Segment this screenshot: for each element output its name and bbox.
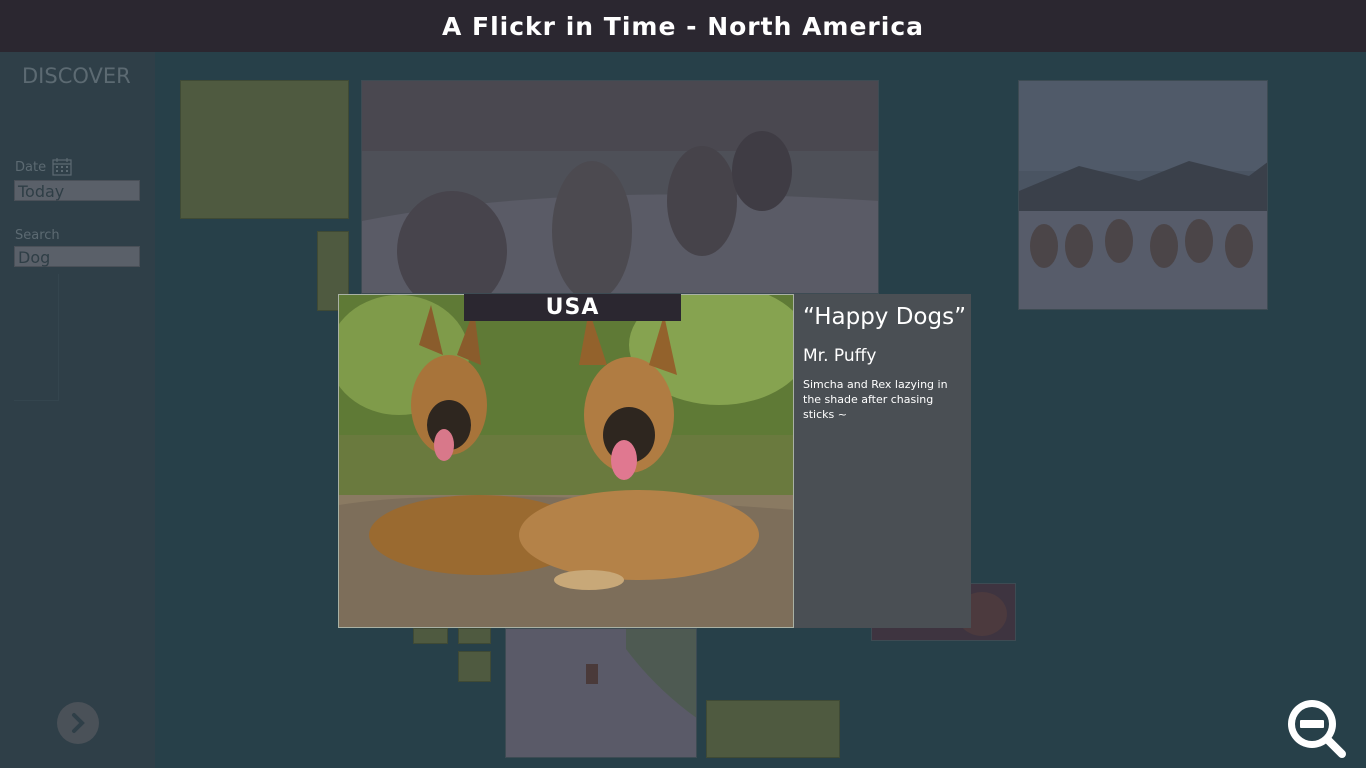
sidebar-results-panel [14,274,59,401]
date-label: Date [15,160,47,175]
app-header: A Flickr in Time - North America [0,0,1366,52]
search-label: Search [15,228,60,243]
photo-tile-placeholder[interactable] [706,700,840,758]
photo-tile-placeholder[interactable] [413,628,448,644]
country-label: USA [464,294,681,321]
photo-info-panel: “Happy Dogs” Mr. Puffy Simcha and Rex la… [794,294,971,628]
photo-tile-sled-dogs[interactable] [361,80,879,294]
photo-description: Simcha and Rex lazying in the shade afte… [803,378,948,421]
photo-detail-popup: USA “Happy Dogs” Mr. Puffy Simcha and Re… [338,294,971,628]
beach-dog-image [506,629,696,757]
zoom-out-button[interactable] [1284,696,1348,760]
search-input[interactable]: Dog [14,246,140,267]
chevron-right-icon [72,713,85,733]
photo-tile-beach-dog[interactable] [505,628,697,758]
photo-tile-placeholder[interactable] [458,651,491,682]
calendar-icon[interactable] [52,158,72,176]
german-shepherds-image [339,295,793,627]
sled-dogs-image [362,81,878,293]
date-field[interactable]: Today [14,180,140,201]
dog-team-image [1019,81,1267,309]
sidebar-title: DISCOVER [22,64,131,88]
photo-tile-placeholder[interactable] [180,80,349,219]
photo-caption: “Happy Dogs” [803,304,966,330]
photo-tile-dog-team[interactable] [1018,80,1268,310]
photo-tile-placeholder[interactable] [458,628,491,644]
photo-author[interactable]: Mr. Puffy [803,346,876,366]
app-title: A Flickr in Time - North America [441,11,925,41]
featured-photo[interactable] [338,294,794,628]
zoom-out-icon [1288,700,1346,758]
discover-sidebar: DISCOVER Date Today Search Dog [0,52,155,768]
next-button[interactable] [57,702,99,744]
